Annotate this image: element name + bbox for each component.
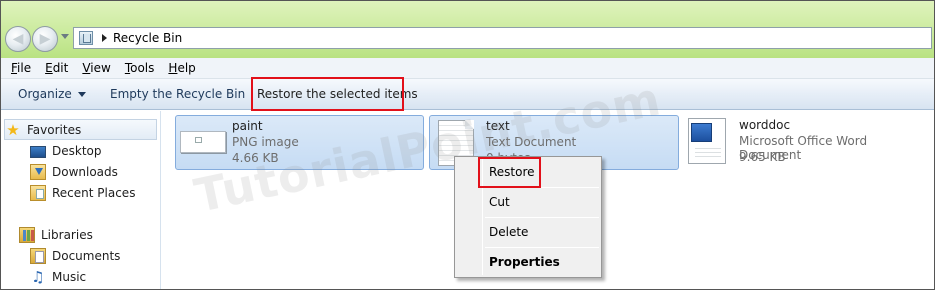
- nav-downloads-label: Downloads: [52, 164, 118, 179]
- breadcrumb-arrow-icon[interactable]: [102, 34, 107, 42]
- nav-recent-places[interactable]: Recent Places: [30, 182, 135, 203]
- file-tile-paint[interactable]: paint PNG image 4.66 KB: [175, 115, 424, 170]
- file-type: Text Document: [486, 135, 577, 149]
- breadcrumb-location[interactable]: Recycle Bin: [113, 31, 182, 45]
- organize-button[interactable]: Organize: [18, 87, 86, 101]
- context-separator: [485, 247, 599, 248]
- command-bar: Organize Empty the Recycle Bin Restore t…: [1, 79, 934, 110]
- forward-arrow-icon[interactable]: ▶: [32, 26, 58, 52]
- nav-favorites-label: Favorites: [27, 122, 82, 137]
- back-arrow-icon[interactable]: ◀: [5, 26, 31, 52]
- file-size: 9.65 KB: [739, 150, 786, 164]
- menu-bar: File Edit View Tools Help: [1, 58, 934, 79]
- nav-favorites[interactable]: ★ Favorites: [4, 119, 157, 140]
- navigation-pane: ★ Favorites Desktop Downloads Recent Pla…: [1, 111, 161, 289]
- recycle-bin-icon: [79, 31, 93, 45]
- address-bar[interactable]: Recycle Bin: [73, 27, 932, 49]
- nav-libraries-label: Libraries: [41, 227, 93, 242]
- nav-music-label: Music: [52, 269, 87, 284]
- menu-tools[interactable]: Tools: [125, 61, 155, 75]
- libraries-icon: [19, 226, 35, 243]
- empty-recycle-bin-button[interactable]: Empty the Recycle Bin: [110, 87, 245, 101]
- nav-desktop-label: Desktop: [52, 143, 102, 158]
- title-bar: ◀ ▶ Recycle Bin: [1, 1, 934, 58]
- music-icon: ♫: [31, 267, 45, 286]
- context-properties[interactable]: Properties: [489, 255, 560, 269]
- file-tile-worddoc[interactable]: worddoc Microsoft Office Word Document 9…: [684, 115, 932, 170]
- recent-pages-dropdown[interactable]: [61, 34, 69, 39]
- menu-edit[interactable]: Edit: [45, 61, 68, 75]
- file-name: paint: [232, 119, 263, 133]
- restore-highlight: [478, 157, 541, 188]
- nav-downloads[interactable]: Downloads: [30, 161, 118, 182]
- context-cut[interactable]: Cut: [489, 195, 510, 209]
- context-separator: [485, 217, 599, 218]
- file-name: text: [486, 119, 510, 133]
- recycle-bin-window: ◀ ▶ Recycle Bin File Edit View Tools Hel…: [0, 0, 935, 290]
- star-icon: ★: [6, 120, 20, 139]
- nav-documents-label: Documents: [52, 248, 121, 263]
- recent-places-icon: [30, 184, 46, 201]
- nav-libraries[interactable]: Libraries: [19, 224, 93, 245]
- nav-desktop[interactable]: Desktop: [30, 140, 102, 161]
- menu-view[interactable]: View: [82, 61, 110, 75]
- word-doc-icon: [688, 118, 726, 164]
- desktop-icon: [30, 145, 46, 158]
- file-name: worddoc: [739, 118, 791, 132]
- file-size: 4.66 KB: [232, 151, 279, 165]
- nav-documents[interactable]: Documents: [30, 245, 120, 266]
- menu-help[interactable]: Help: [168, 61, 195, 75]
- documents-icon: [30, 247, 46, 264]
- file-type: PNG image: [232, 135, 299, 149]
- restore-selected-highlight: [251, 77, 404, 111]
- context-delete[interactable]: Delete: [489, 225, 528, 239]
- nav-music[interactable]: ♫ Music: [30, 266, 86, 287]
- png-file-icon: [180, 131, 226, 153]
- menu-file[interactable]: File: [11, 61, 31, 75]
- nav-recent-label: Recent Places: [52, 185, 136, 200]
- downloads-folder-icon: [30, 163, 46, 180]
